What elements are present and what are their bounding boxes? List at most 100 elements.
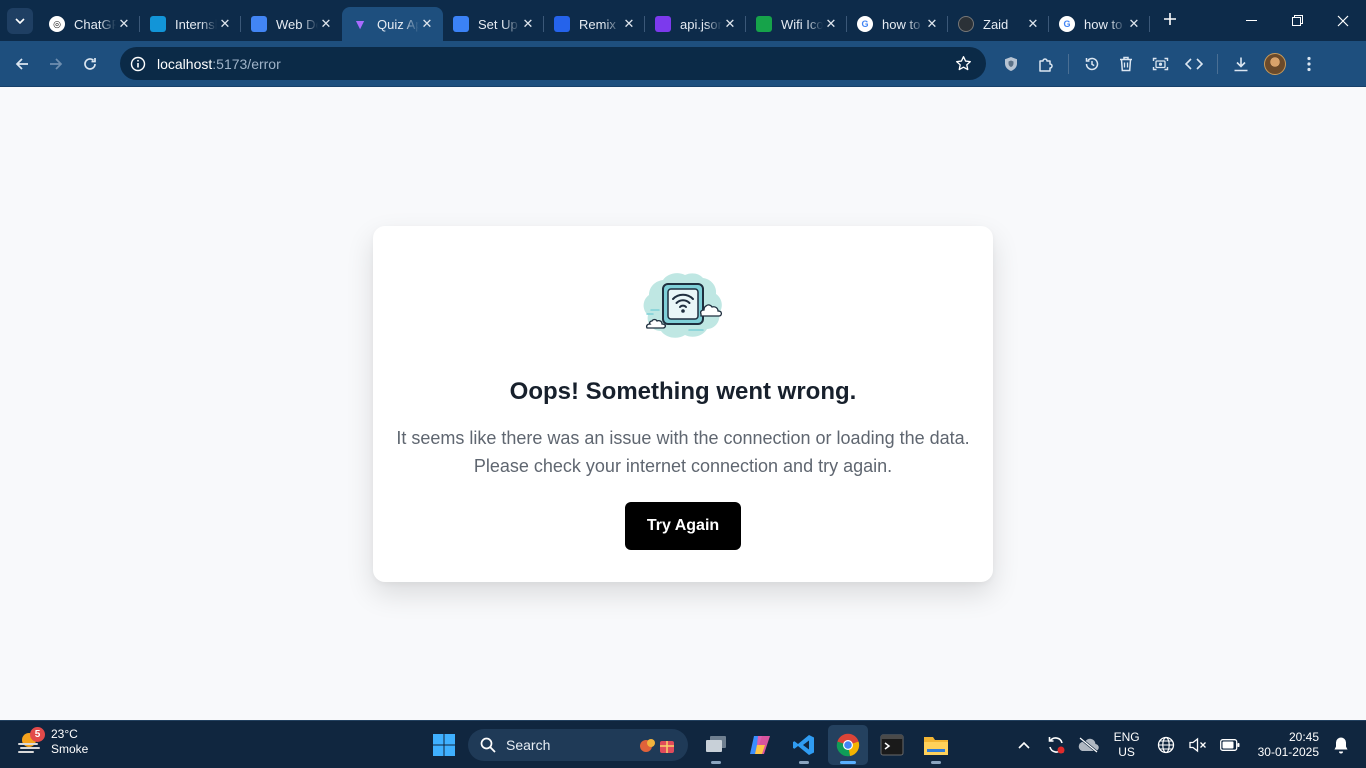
- tab[interactable]: Set Up ✕: [443, 7, 544, 41]
- shield-extension-button[interactable]: [994, 47, 1028, 81]
- tab[interactable]: Zaid ✕: [948, 7, 1049, 41]
- tab-title: how to: [1084, 16, 1123, 32]
- close-tab-icon[interactable]: ✕: [419, 16, 435, 32]
- close-tab-icon[interactable]: ✕: [924, 16, 940, 32]
- tab[interactable]: Internshala✕: [140, 7, 241, 41]
- taskbar-terminal[interactable]: [872, 725, 912, 765]
- tab[interactable]: Wifi Icon✕: [746, 7, 847, 41]
- devtools-button[interactable]: [1177, 47, 1211, 81]
- show-hidden-icons-button[interactable]: [1011, 732, 1037, 758]
- close-tab-icon[interactable]: ✕: [116, 16, 132, 32]
- taskbar-apps: Search: [424, 725, 960, 765]
- tab-title: Zaid: [983, 16, 1009, 32]
- screenshot-button[interactable]: [1143, 47, 1177, 81]
- taskbar-vscode[interactable]: [784, 725, 824, 765]
- weather-condition: Smoke: [51, 742, 89, 756]
- plus-icon: [1164, 13, 1176, 25]
- error-message-line: It seems like there was an issue with th…: [396, 428, 970, 448]
- taskbar-file-explorer[interactable]: [916, 725, 956, 765]
- extensions-button[interactable]: [1028, 47, 1062, 81]
- close-tab-icon[interactable]: ✕: [1126, 16, 1142, 32]
- url-path: :5173/error: [212, 55, 281, 72]
- taskbar-chrome[interactable]: [828, 725, 868, 765]
- arrow-left-icon: [15, 57, 28, 70]
- api-icon: [655, 16, 671, 32]
- tab[interactable]: Ghow to ✕: [1049, 7, 1150, 41]
- delete-button[interactable]: [1109, 47, 1143, 81]
- notifications-button[interactable]: [1328, 732, 1354, 758]
- toolbar-actions: [994, 47, 1326, 81]
- wifi-site-icon: [756, 16, 772, 32]
- close-window-button[interactable]: [1320, 0, 1366, 41]
- close-tab-icon[interactable]: ✕: [520, 16, 536, 32]
- try-again-button[interactable]: Try Again: [625, 502, 741, 550]
- language-indicator[interactable]: ENG US: [1114, 730, 1140, 760]
- downloads-button[interactable]: [1224, 47, 1258, 81]
- network-button[interactable]: [1153, 732, 1179, 758]
- tab-title: ChatGPT: [74, 16, 116, 32]
- chevron-down-icon: [15, 17, 25, 24]
- restore-button[interactable]: [1274, 0, 1320, 41]
- github-icon: [958, 16, 974, 32]
- clock[interactable]: 20:45 30-01-2025: [1258, 730, 1319, 760]
- arrow-right-icon: [50, 57, 63, 70]
- start-button[interactable]: [424, 725, 464, 765]
- clock-time: 20:45: [1288, 730, 1319, 744]
- close-tab-icon[interactable]: ✕: [621, 16, 637, 32]
- weather-widget[interactable]: 5 23°C Smoke: [17, 727, 88, 757]
- copilot-icon: [750, 736, 770, 754]
- page-content: Oops! Something went wrong. It seems lik…: [0, 87, 1366, 720]
- close-tab-icon[interactable]: ✕: [217, 16, 233, 32]
- onedrive-button[interactable]: [1075, 732, 1101, 758]
- tab-title: api.json: [680, 16, 722, 32]
- google-docs-icon: [251, 16, 267, 32]
- taskbar-copilot[interactable]: [740, 725, 780, 765]
- back-button[interactable]: [5, 47, 39, 81]
- volume-button[interactable]: [1185, 732, 1211, 758]
- tab[interactable]: Ghow to ✕: [847, 7, 948, 41]
- tab-title: Set Up: [478, 16, 518, 32]
- bookmark-star-icon[interactable]: [955, 55, 972, 72]
- tab[interactable]: Remix ✕: [544, 7, 645, 41]
- reload-button[interactable]: [73, 47, 107, 81]
- browser-toolbar: localhost:5173/error: [0, 41, 1366, 87]
- google-icon: G: [1059, 16, 1075, 32]
- url-text: localhost:5173/error: [157, 56, 281, 72]
- reload-icon: [84, 57, 96, 70]
- profile-button[interactable]: [1258, 47, 1292, 81]
- search-label: Search: [506, 737, 551, 753]
- download-icon: [1234, 57, 1248, 72]
- tab[interactable]: api.json ✕: [645, 7, 746, 41]
- taskbar-task-view[interactable]: [696, 725, 736, 765]
- close-tab-icon[interactable]: ✕: [1025, 16, 1041, 32]
- forward-button[interactable]: [39, 47, 73, 81]
- battery-button[interactable]: [1217, 732, 1243, 758]
- sync-icon: [1048, 737, 1065, 754]
- minimize-button[interactable]: [1228, 0, 1274, 41]
- running-indicator: [840, 761, 856, 764]
- tab[interactable]: Web Development✕: [241, 7, 342, 41]
- menu-button[interactable]: [1292, 47, 1326, 81]
- search-icon: [480, 737, 496, 753]
- taskbar-search[interactable]: Search: [468, 729, 688, 761]
- running-indicator: [711, 761, 721, 764]
- address-bar[interactable]: localhost:5173/error: [120, 47, 986, 80]
- tab-search-button[interactable]: [7, 7, 33, 34]
- chrome-icon: [836, 733, 860, 757]
- sync-status-button[interactable]: [1043, 732, 1069, 758]
- close-tab-icon[interactable]: ✕: [823, 16, 839, 32]
- tab-title: Quiz App: [377, 16, 419, 32]
- tab[interactable]: ◎ ChatGPT✕: [39, 7, 140, 41]
- site-info-button[interactable]: [123, 49, 153, 79]
- tab[interactable]: ▼ Quiz App✕: [342, 7, 443, 41]
- info-icon: [130, 56, 146, 71]
- error-title: Oops! Something went wrong.: [509, 378, 857, 405]
- folder-icon: [924, 737, 948, 755]
- close-tab-icon[interactable]: ✕: [318, 16, 334, 32]
- history-button[interactable]: [1075, 47, 1109, 81]
- error-message-line: Please check your internet connection an…: [473, 456, 893, 476]
- new-tab-button[interactable]: [1156, 5, 1184, 33]
- task-view-icon: [706, 736, 726, 752]
- terminal-icon: [880, 734, 904, 756]
- close-tab-icon[interactable]: ✕: [722, 16, 738, 32]
